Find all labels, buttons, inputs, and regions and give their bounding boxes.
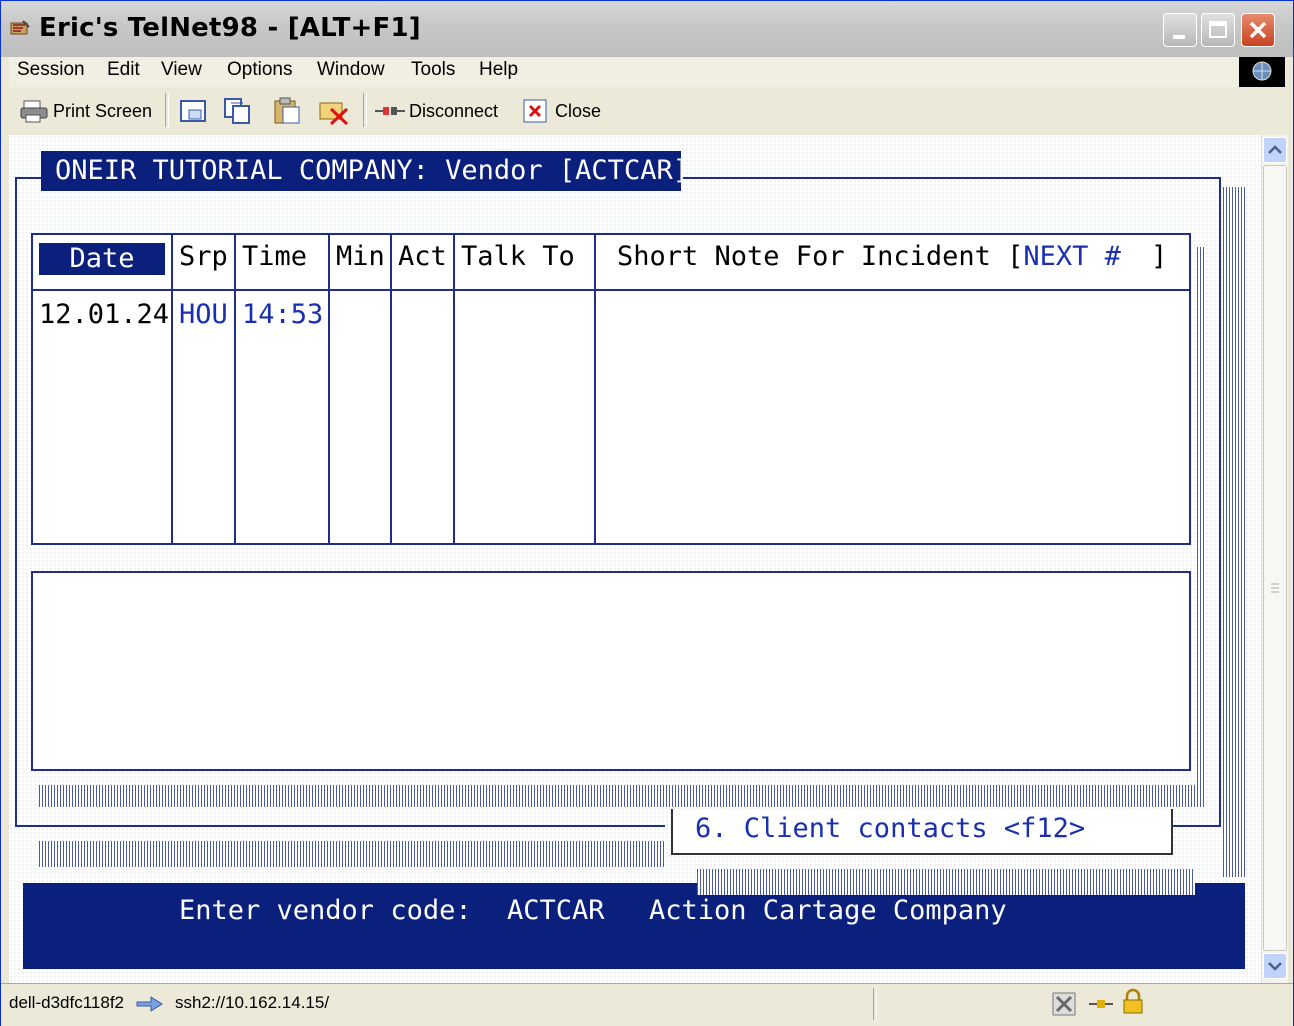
maximize-button[interactable] [1201, 13, 1235, 47]
vendor-code-prompt: Enter vendor code: [179, 895, 472, 926]
client-contacts-option[interactable]: 6. Client contacts <f12> [695, 809, 1085, 849]
paste-icon [274, 97, 300, 124]
header-srp: Srp [179, 241, 228, 272]
close-session-button[interactable]: Close [521, 97, 601, 125]
vendor-name: Action Cartage Company [649, 895, 1007, 926]
lock-icon [1123, 988, 1143, 1014]
minimize-icon [1173, 35, 1185, 39]
chevron-up-icon [1268, 145, 1282, 154]
vertical-scrollbar[interactable] [1261, 135, 1288, 983]
row-date[interactable]: 12.01.24 [39, 295, 169, 335]
maximize-icon [1209, 21, 1227, 38]
arrow-right-icon [136, 996, 163, 1012]
header-talk-to: Talk To [461, 241, 575, 272]
close-icon [1249, 21, 1267, 39]
window-title: Eric's TelNet98 - [ALT+F1] [39, 13, 421, 43]
header-min: Min [336, 241, 385, 272]
disconnected-icon [1052, 992, 1076, 1016]
vendor-code-input[interactable]: ACTCAR [507, 891, 605, 931]
toolbar: Print Screen Disconnect Close [9, 89, 1285, 131]
scroll-down-button[interactable] [1263, 953, 1287, 979]
terminal-screen[interactable]: ONEIR TUTORIAL COMPANY: Vendor [ACTCAR] … [9, 135, 1261, 983]
close-label: Close [555, 100, 602, 121]
close-session-icon [523, 99, 547, 123]
host-name: dell-d3dfc118f2 [9, 993, 124, 1012]
note-header-end: ] [1150, 241, 1168, 272]
scroll-up-button[interactable] [1263, 137, 1287, 163]
menu-options[interactable]: Options [227, 59, 292, 81]
menu-session[interactable]: Session [17, 59, 85, 81]
row-srp[interactable]: HOU [179, 295, 228, 335]
clear-button[interactable] [317, 97, 351, 125]
disconnect-button[interactable]: Disconnect [373, 97, 498, 125]
disconnect-label: Disconnect [409, 100, 499, 121]
plug-icon [1089, 1000, 1113, 1008]
new-window-icon [180, 100, 206, 122]
screen-title: ONEIR TUTORIAL COMPANY: Vendor [ACTCAR] [55, 155, 689, 186]
menu-window[interactable]: Window [317, 59, 385, 81]
scroll-thumb[interactable] [1263, 165, 1287, 951]
status-bar: dell-d3dfc118f2 ssh2://10.162.14.15/ [1, 983, 1293, 1026]
clear-icon [319, 102, 349, 125]
printer-icon [20, 100, 48, 123]
minimize-button[interactable] [1163, 13, 1197, 47]
menu-bar: Session Edit View Options Window Tools H… [9, 57, 1285, 87]
paste-button[interactable] [271, 97, 305, 125]
telnet-app-icon [10, 20, 30, 35]
globe-icon [1239, 57, 1285, 87]
copy-icon [224, 98, 250, 124]
header-short-note: Short Note For Incident [NEXT #] [617, 237, 1167, 277]
disconnect-icon [375, 107, 405, 115]
header-date: Date [39, 243, 165, 275]
connection-address: ssh2://10.162.14.15/ [175, 993, 330, 1012]
menu-view[interactable]: View [161, 59, 202, 81]
grip-icon [1271, 583, 1279, 593]
menu-edit[interactable]: Edit [107, 59, 140, 81]
header-act: Act [398, 241, 447, 272]
print-screen-label: Print Screen [53, 100, 153, 121]
telnet-window: Eric's TelNet98 - [ALT+F1] Session Edit … [0, 0, 1294, 1026]
title-bar[interactable]: Eric's TelNet98 - [ALT+F1] [1, 1, 1293, 57]
close-window-button[interactable] [1241, 13, 1275, 47]
print-screen-button[interactable]: Print Screen [19, 97, 152, 125]
new-session-button[interactable] [177, 97, 211, 125]
row-time[interactable]: 14:53 [242, 295, 323, 335]
note-header-next: NEXT # [1023, 241, 1121, 272]
chevron-down-icon [1268, 962, 1282, 971]
copy-button[interactable] [221, 97, 255, 125]
note-header-text: Short Note For Incident [ [617, 241, 1024, 272]
menu-help[interactable]: Help [479, 59, 518, 81]
menu-tools[interactable]: Tools [411, 59, 455, 81]
header-time: Time [242, 241, 308, 272]
